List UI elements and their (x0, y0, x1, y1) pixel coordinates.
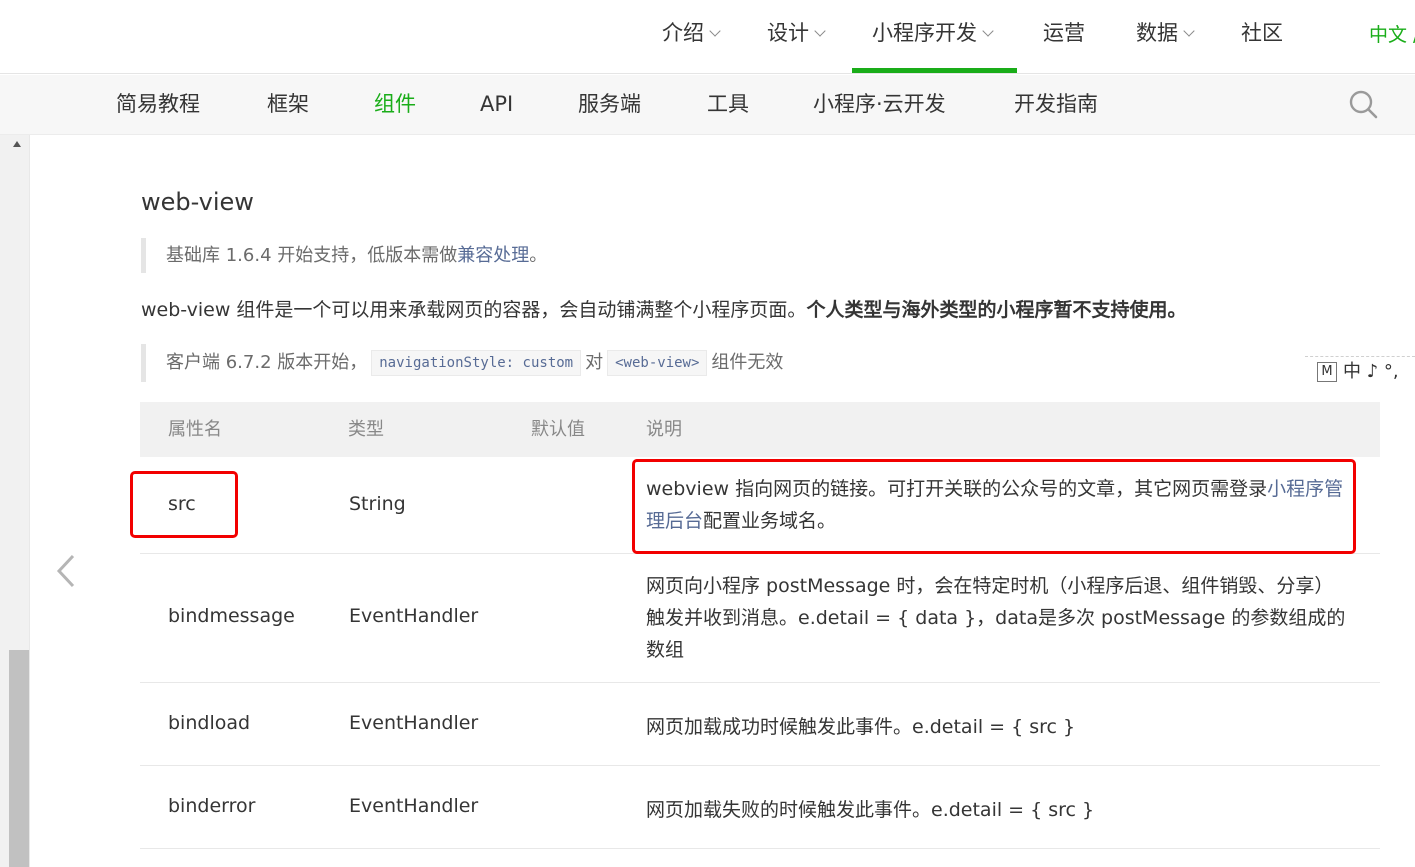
page-title: web-view (141, 188, 254, 216)
top-navigation: 介绍 设计 小程序开发 运营 数据 社区 中文 / (0, 0, 1415, 74)
topnav-item-label: 小程序开发 (872, 21, 977, 45)
subnav-item-server[interactable]: 服务端 (578, 89, 641, 119)
client-version-note: 客户端 6.7.2 版本开始， navigationStyle: custom 对 <… (141, 344, 783, 382)
attr-description: 网页向小程序 postMessage 时，会在特定时机（小程序后退、组件销毁、分… (646, 575, 1346, 661)
attr-name: bindmessage (168, 605, 295, 627)
description-text: web-view 组件是一个可以用来承载网页的容器，会自动铺满整个小程序页面。 (141, 299, 807, 321)
topnav-item-operations[interactable]: 运营 (1043, 18, 1085, 50)
topnav-item-label: 设计 (767, 21, 809, 45)
column-header-type: 类型 (348, 419, 384, 440)
topnav-item-label: 运营 (1043, 21, 1085, 45)
subnav-item-dev-guide[interactable]: 开发指南 (1014, 89, 1098, 119)
active-tab-indicator (852, 68, 1017, 73)
client-note-middle: 对 (585, 352, 604, 373)
code-web-view-tag: <web-view> (607, 350, 708, 376)
subnav-item-tools[interactable]: 工具 (707, 89, 749, 119)
highlight-box-src (130, 471, 238, 538)
chevron-down-icon (982, 25, 994, 37)
table-header: 属性名 类型 默认值 说明 (140, 402, 1380, 457)
subnav-item-framework[interactable]: 框架 (267, 89, 309, 119)
attr-name: binderror (168, 795, 256, 817)
table-row: binderror EventHandler 网页加载失败的时候触发此事件。e.… (140, 766, 1380, 849)
table-row: bindload EventHandler 网页加载成功时候触发此事件。e.de… (140, 683, 1380, 766)
search-icon[interactable] (1346, 87, 1380, 121)
component-description: web-view 组件是一个可以用来承载网页的容器，会自动铺满整个小程序页面。个… (141, 296, 1186, 324)
subnav-item-cloud-dev[interactable]: 小程序·云开发 (813, 89, 946, 119)
topnav-item-design[interactable]: 设计 (767, 18, 826, 50)
attr-type: EventHandler (349, 712, 479, 734)
attr-type: EventHandler (349, 605, 479, 627)
attr-description: 网页加载成功时候触发此事件。e.detail = { src } (646, 716, 1076, 738)
chevron-down-icon (709, 25, 721, 37)
client-note-text: 客户端 6.7.2 版本开始， (166, 352, 368, 373)
description-bold: 个人类型与海外类型的小程序暂不支持使用。 (806, 299, 1187, 321)
ime-toolbar-text: 中 ♪ °, (1343, 361, 1399, 382)
sub-navigation: 简易教程 框架 组件 API 服务端 工具 小程序·云开发 开发指南 (0, 75, 1415, 135)
column-header-description: 说明 (646, 419, 682, 440)
topnav-item-intro[interactable]: 介绍 (662, 18, 721, 50)
attr-type: EventHandler (349, 795, 479, 817)
highlight-box-description (632, 459, 1356, 554)
column-header-name: 属性名 (168, 419, 222, 440)
page-scrollbar[interactable] (0, 135, 30, 867)
table-row: bindmessage EventHandler 网页向小程序 postMess… (140, 554, 1380, 683)
subnav-item-components[interactable]: 组件 (374, 89, 416, 119)
version-note: 基础库 1.6.4 开始支持，低版本需做兼容处理。 (141, 238, 547, 273)
chevron-down-icon (814, 25, 826, 37)
compat-link[interactable]: 兼容处理 (457, 245, 529, 266)
client-note-suffix: 组件无效 (711, 352, 784, 373)
topnav-item-miniprogram-dev[interactable]: 小程序开发 (872, 18, 994, 50)
scrollbar-thumb[interactable] (9, 650, 29, 867)
scroll-up-arrow-icon[interactable] (13, 141, 21, 147)
version-note-suffix: 。 (529, 245, 548, 266)
topnav-item-community[interactable]: 社区 (1241, 18, 1283, 50)
language-switch[interactable]: 中文 / (1369, 20, 1415, 47)
chevron-down-icon (1183, 25, 1195, 37)
ime-mode-badge: M (1317, 362, 1337, 382)
code-navigation-style: navigationStyle: custom (371, 350, 582, 376)
topnav-item-label: 社区 (1241, 21, 1283, 45)
attr-description: 网页加载失败的时候触发此事件。e.detail = { src } (646, 799, 1095, 821)
chevron-left-icon[interactable] (53, 553, 79, 589)
attr-type: String (349, 493, 406, 515)
subnav-item-api[interactable]: API (480, 89, 513, 119)
topnav-item-data[interactable]: 数据 (1136, 18, 1195, 50)
topnav-item-label: 数据 (1136, 21, 1178, 45)
subnav-item-tutorial[interactable]: 简易教程 (116, 89, 200, 119)
version-note-text: 基础库 1.6.4 开始支持，低版本需做 (166, 245, 458, 266)
ime-toolbar[interactable]: M 中 ♪ °, (1305, 356, 1415, 386)
topnav-item-label: 介绍 (662, 21, 704, 45)
attr-name: bindload (168, 712, 251, 734)
column-header-default: 默认值 (531, 419, 585, 440)
